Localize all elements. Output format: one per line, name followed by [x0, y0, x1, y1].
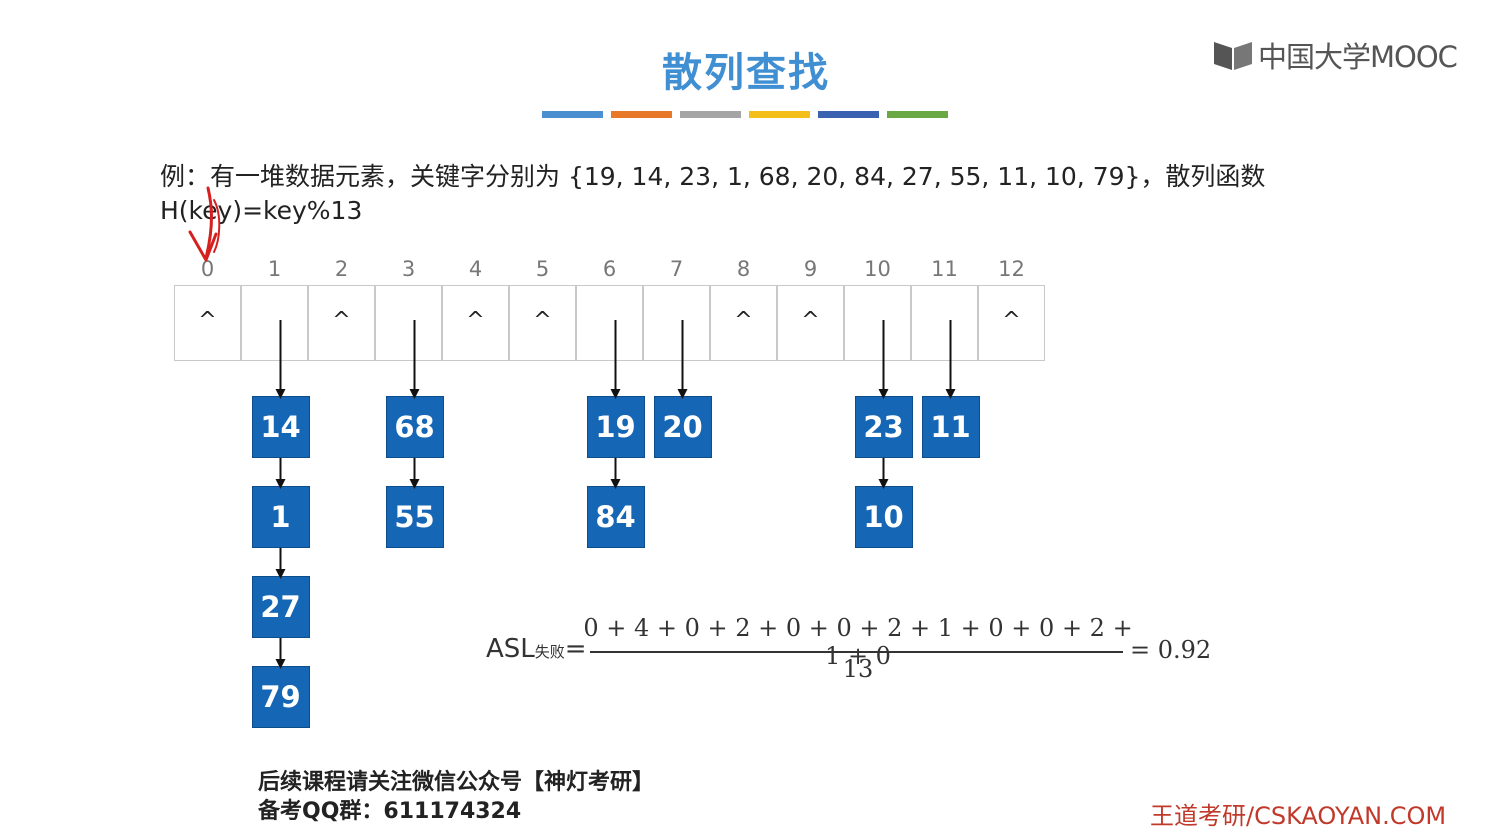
asl-denominator: 13	[842, 655, 874, 683]
asl-label-subscript: 失败	[534, 643, 565, 661]
footer-qq-group: 备考QQ群：611174324	[258, 799, 522, 824]
fraction-bar	[590, 651, 1123, 653]
asl-result: = 0.92	[1130, 636, 1212, 664]
footer-wechat: 后续课程请关注微信公众号【神灯考研】	[258, 770, 655, 795]
watermark: 王道考研/CSKAOYAN.COM	[1150, 802, 1447, 830]
asl-label-main: ASL	[486, 634, 535, 664]
handwritten-arrow-mark	[188, 186, 221, 262]
asl-label: ASL失败=	[486, 634, 587, 664]
